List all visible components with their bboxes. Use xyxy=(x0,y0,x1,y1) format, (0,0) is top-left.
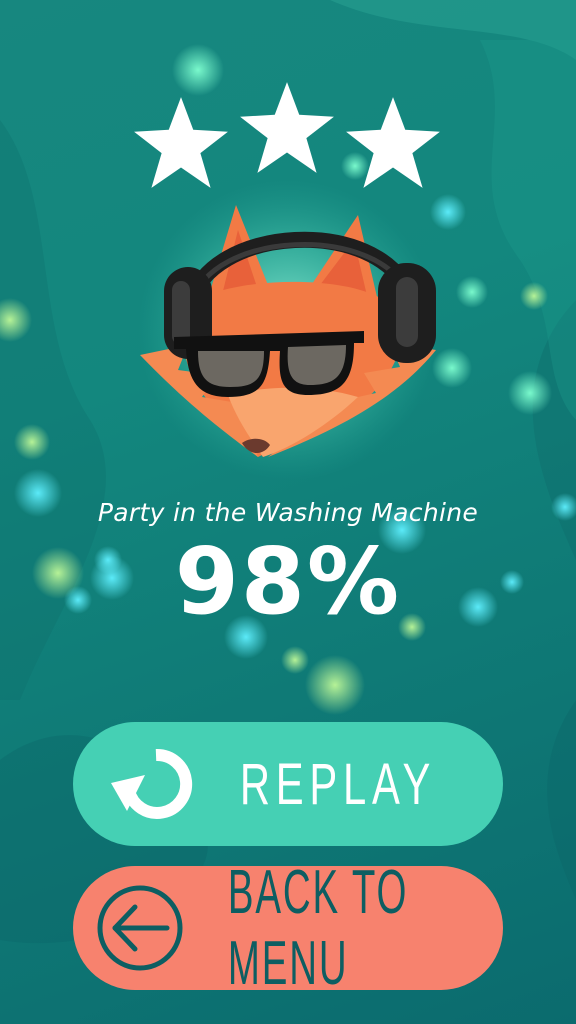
song-title: Party in the Washing Machine xyxy=(97,498,479,527)
star-icon xyxy=(342,93,444,195)
fox-dj-icon xyxy=(118,185,458,485)
star-icon xyxy=(130,93,232,195)
replay-icon xyxy=(111,739,201,829)
back-arrow-icon xyxy=(95,883,185,973)
replay-button-label: REPLAY xyxy=(239,751,437,817)
star-icon xyxy=(236,78,338,180)
replay-button[interactable]: REPLAY xyxy=(73,722,503,846)
back-to-menu-button-label: BACK TO MENU xyxy=(227,858,409,998)
score-percentage: 98% xyxy=(174,528,402,635)
star-rating xyxy=(0,78,576,198)
back-to-menu-button[interactable]: BACK TO MENU xyxy=(73,858,503,998)
